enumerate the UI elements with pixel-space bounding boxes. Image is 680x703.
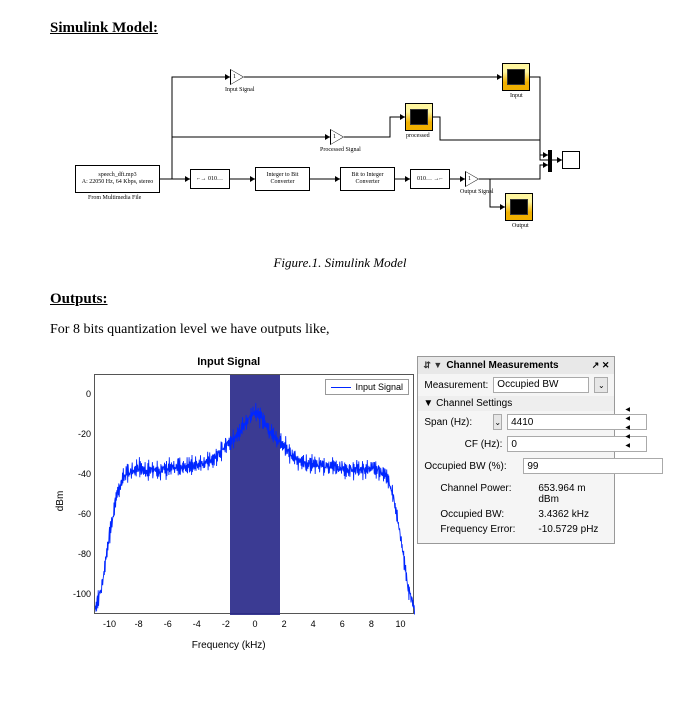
legend-line-icon xyxy=(331,387,351,388)
plot-title: Input Signal xyxy=(50,356,407,368)
channel-settings-header[interactable]: ▼ Channel Settings xyxy=(418,396,614,411)
x-axis-label: Frequency (kHz) xyxy=(50,640,407,651)
pin-icon[interactable]: ⇵ ▼ xyxy=(423,360,442,371)
block-quantizer: ⌐→ 010… xyxy=(190,169,230,189)
label-span: Span (Hz): xyxy=(424,417,488,428)
figure-caption: Figure.1. Simulink Model xyxy=(50,255,630,271)
panel-titlebar: ⇵ ▼ Channel Measurements ↗ ✕ xyxy=(418,357,614,374)
legend: Input Signal xyxy=(325,379,409,395)
chevron-down-icon[interactable]: ⌄ xyxy=(493,414,502,430)
source-filename: speech_dft.mp3 xyxy=(98,172,136,179)
block-mux xyxy=(548,150,552,172)
label-input-signal: Input Signal xyxy=(225,87,255,93)
readout-channel-power: Channel Power:653.964 m dBm xyxy=(418,481,614,507)
scope-output xyxy=(505,193,533,221)
source-props: A: 22050 Hz, 64 Kbps, stereo xyxy=(82,179,154,186)
label-from-multimedia: From Multimedia File xyxy=(88,195,141,201)
label-obw-pct: Occupied BW (%): xyxy=(424,461,518,472)
block-dequantizer: 010… →⌐ xyxy=(410,169,450,189)
y-axis-label: dBm xyxy=(55,491,66,512)
label-scope-processed: processed xyxy=(406,133,430,139)
block-int-to-bit: Integer to Bit Converter xyxy=(255,167,310,191)
legend-label: Input Signal xyxy=(355,382,403,392)
scroll-grip-icon[interactable]: ◀◀◀◀◀ xyxy=(625,406,630,449)
gain-value-1a: 1 xyxy=(233,74,236,80)
heading-outputs: Outputs: xyxy=(50,291,630,308)
heading-simulink-model: Simulink Model: xyxy=(50,20,630,37)
scope-input xyxy=(502,63,530,91)
panel-close-icons[interactable]: ↗ ✕ xyxy=(592,360,610,371)
readout-occupied-bw: Occupied BW:3.4362 kHz xyxy=(418,507,614,522)
channel-measurements-panel: ⇵ ▼ Channel Measurements ↗ ✕ Measurement… xyxy=(417,356,615,544)
scope-processed xyxy=(405,103,433,131)
readout-frequency-error: Frequency Error:-10.5729 pHz xyxy=(418,522,614,537)
simulink-diagram: speech_dft.mp3 A: 22050 Hz, 64 Kbps, ste… xyxy=(50,47,630,247)
gain-value-1b: 1 xyxy=(333,134,336,140)
gain-value-1c: 1 xyxy=(468,176,471,182)
label-scope-input: Input xyxy=(510,93,523,99)
panel-title-text: Channel Measurements xyxy=(446,360,558,371)
body-text-quantization: For 8 bits quantization level we have ou… xyxy=(50,322,630,338)
label-scope-output: Output xyxy=(512,223,529,229)
spectrum-plot: Input Signal dBm Input Signal 0-20-40-60… xyxy=(50,356,407,646)
plot-axes: Input Signal 0-20-40-60-80-100-10-8-6-4-… xyxy=(94,374,414,614)
label-cf: CF (Hz): xyxy=(424,439,502,450)
input-obw-pct[interactable] xyxy=(523,458,663,474)
block-from-multimedia-file: speech_dft.mp3 A: 22050 Hz, 64 Kbps, ste… xyxy=(75,165,160,193)
block-scope-mux xyxy=(562,151,580,169)
label-output-signal: Output Signal xyxy=(460,189,494,195)
block-bit-to-int: Bit to Integer Converter xyxy=(340,167,395,191)
label-measurement: Measurement: xyxy=(424,380,488,391)
select-measurement[interactable]: Occupied BW xyxy=(493,377,589,393)
label-processed-signal: Processed Signal xyxy=(320,147,361,153)
chevron-down-icon[interactable]: ⌄ xyxy=(594,377,608,393)
